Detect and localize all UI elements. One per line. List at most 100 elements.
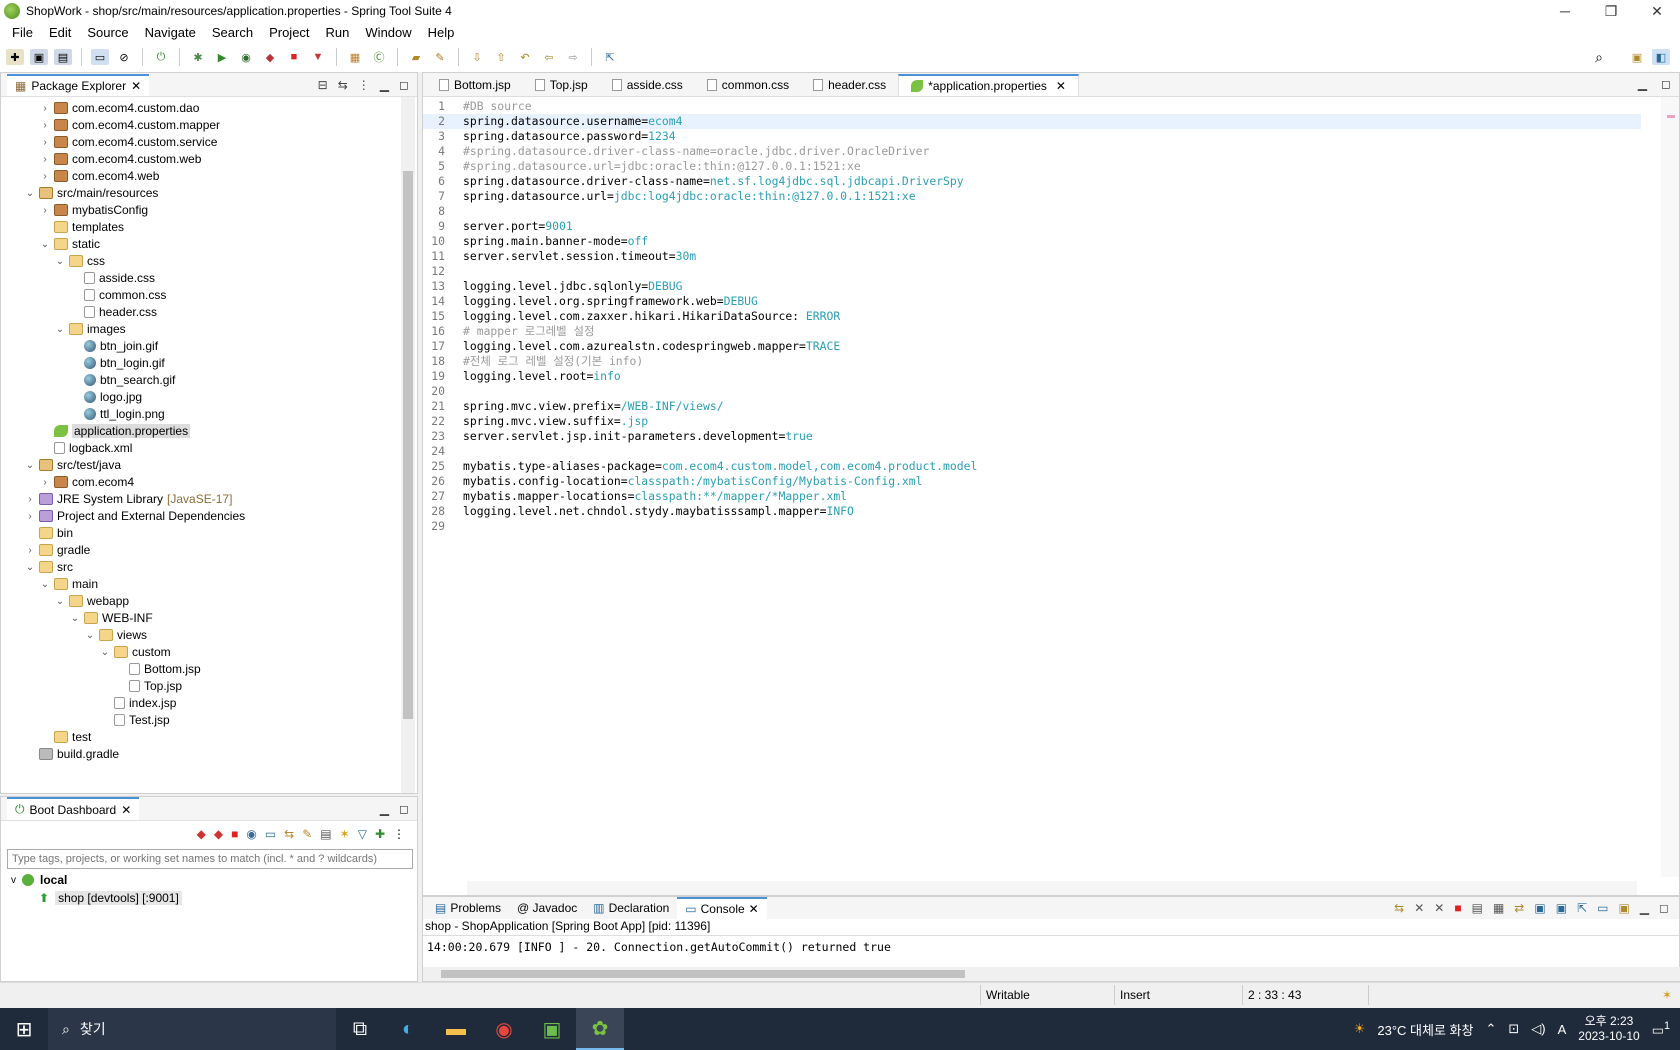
chevron-right-icon[interactable]: › <box>23 511 37 522</box>
code-line[interactable]: 4 #spring.datasource.driver-class-name=or… <box>423 144 929 159</box>
show-on-stderr-icon[interactable]: ▣ <box>1556 901 1567 915</box>
local-node[interactable]: v local <box>1 871 417 889</box>
console-tab[interactable]: ▥ Declaration <box>585 901 677 915</box>
stop-icon[interactable]: ■ <box>285 49 303 65</box>
boot-dashboard-tab[interactable]: ⏻ Boot Dashboard ✕ <box>7 797 140 820</box>
file-explorer-icon[interactable]: ▬ <box>432 1008 480 1050</box>
ime-indicator[interactable]: A <box>1558 1022 1567 1037</box>
code-line[interactable]: 29 <box>423 519 451 534</box>
tree-item[interactable]: › gradle <box>23 541 90 559</box>
code-line[interactable]: 9 server.port=9001 <box>423 219 573 234</box>
bulb-icon[interactable]: ✶ <box>340 827 350 841</box>
tree-item[interactable]: › com.ecom4.custom.web <box>38 150 201 168</box>
tree-item[interactable]: ⌄ images <box>53 320 126 338</box>
minimize-view-icon[interactable]: ▁ <box>380 802 389 816</box>
tree-item[interactable]: › com.ecom4.custom.service <box>38 133 217 151</box>
code-line[interactable]: 16 # mapper 로그레벨 설정 <box>423 324 594 339</box>
relaunch-icon[interactable]: ▼ <box>309 49 327 65</box>
chevron-down-icon[interactable]: ⌄ <box>53 324 67 335</box>
code-line[interactable]: 3 spring.datasource.password=1234 <box>423 129 675 144</box>
tree-item[interactable]: ⌄ src/test/java <box>23 456 121 474</box>
close-icon[interactable]: ✕ <box>131 79 141 93</box>
word-wrap-icon[interactable]: ⇄ <box>1514 901 1524 915</box>
console-horizontal-scrollbar[interactable] <box>423 967 1680 981</box>
chevron-right-icon[interactable]: › <box>38 477 52 488</box>
package-explorer-tab[interactable]: ▦ Package Explorer ✕ <box>7 73 150 96</box>
spring-tool-suite-taskbar-icon[interactable]: ✿ <box>576 1008 624 1050</box>
tree-item[interactable]: ⌄ src/main/resources <box>23 184 159 202</box>
minimize-view-icon[interactable]: ▁ <box>380 78 389 92</box>
code-line[interactable]: 2 spring.datasource.username=ecom4 <box>423 114 1641 129</box>
volume-icon[interactable]: ◁) <box>1531 1021 1545 1037</box>
tree-item[interactable]: › Project and External Dependencies <box>23 507 245 525</box>
code-line[interactable]: 26 mybatis.config-location=classpath:/myb… <box>423 474 922 489</box>
last-edit-icon[interactable]: ↶ <box>516 49 534 65</box>
external-tools-icon[interactable]: ◆ <box>261 49 279 65</box>
chevron-down-icon[interactable]: ⌄ <box>38 579 52 590</box>
tree-item[interactable]: › com.ecom4 <box>38 473 134 491</box>
start-icon[interactable]: ◆ <box>197 827 206 841</box>
run-icon[interactable]: ▶ <box>213 49 231 65</box>
code-line[interactable]: 11 server.servlet.session.timeout=30m <box>423 249 696 264</box>
code-line[interactable]: 7 spring.datasource.url=jdbc:log4jdbc:ora… <box>423 189 915 204</box>
chrome-icon[interactable]: ◉ <box>480 1008 528 1050</box>
close-icon[interactable]: ✕ <box>749 902 759 916</box>
tree-item[interactable]: Bottom.jsp <box>113 660 201 678</box>
maximize-view-icon[interactable]: ◻ <box>1661 77 1671 91</box>
close-icon[interactable]: ✕ <box>121 803 131 817</box>
menu-search[interactable]: Search <box>204 25 261 40</box>
tree-item[interactable]: › com.ecom4.custom.mapper <box>38 116 220 134</box>
menu-project[interactable]: Project <box>261 25 317 40</box>
maximize-view-icon[interactable]: ◻ <box>399 802 409 816</box>
menu-run[interactable]: Run <box>318 25 358 40</box>
tree-item[interactable]: logback.xml <box>38 439 132 457</box>
menu-source[interactable]: Source <box>79 25 136 40</box>
next-annotation-icon[interactable]: ⇩ <box>468 49 486 65</box>
chevron-right-icon[interactable]: › <box>38 103 52 114</box>
tree-item[interactable]: ⌄ static <box>38 235 100 253</box>
search-tool-icon[interactable]: ✎ <box>431 49 449 65</box>
clear-console-icon[interactable]: ▤ <box>1472 901 1483 915</box>
taskbar-search[interactable]: ⌕ 찾기 <box>48 1008 336 1050</box>
chevron-down-icon[interactable]: ⌄ <box>53 256 67 267</box>
debug-start-icon[interactable]: ◆ <box>214 827 223 841</box>
tree-item[interactable]: Test.jsp <box>98 711 170 729</box>
code-line[interactable]: 8 <box>423 204 451 219</box>
show-on-stdout-icon[interactable]: ▣ <box>1534 901 1545 915</box>
tree-item[interactable]: templates <box>38 218 124 236</box>
remove-launch-icon[interactable]: ✕ <box>1414 901 1424 915</box>
menu-help[interactable]: Help <box>420 25 463 40</box>
add-icon[interactable]: ✚ <box>375 827 385 841</box>
skip-breakpoints-icon[interactable]: ⊘ <box>115 49 133 65</box>
chevron-right-icon[interactable]: › <box>38 205 52 216</box>
code-line[interactable]: 1 #DB source <box>423 99 531 114</box>
chevron-right-icon[interactable]: › <box>38 154 52 165</box>
tree-item[interactable]: btn_login.gif <box>68 354 165 372</box>
pin-editor-icon[interactable]: ⇱ <box>601 49 619 65</box>
menu-edit[interactable]: Edit <box>41 25 79 40</box>
tree-item[interactable]: › JRE System Library [JavaSE-17] <box>23 490 232 508</box>
menu-window[interactable]: Window <box>357 25 419 40</box>
minimize-view-icon[interactable]: ▁ <box>1638 77 1647 91</box>
code-editor[interactable]: 1 #DB source 2 spring.datasource.username=e… <box>423 97 1663 877</box>
editor-tab[interactable]: asside.css <box>600 74 695 96</box>
editor-tab[interactable]: header.css <box>801 74 898 96</box>
editor-tab[interactable]: Top.jsp <box>523 74 600 96</box>
code-line[interactable]: 14 logging.level.org.springframework.web=… <box>423 294 758 309</box>
tree-item[interactable]: ⌄ views <box>83 626 147 644</box>
prev-annotation-icon[interactable]: ⇧ <box>492 49 510 65</box>
chevron-down-icon[interactable]: ⌄ <box>23 460 37 471</box>
windows-start-icon[interactable]: ⊞ <box>0 1008 48 1050</box>
tree-item[interactable]: Top.jsp <box>113 677 182 695</box>
maximize-view-icon[interactable]: ◻ <box>399 78 409 92</box>
open-console-icon[interactable]: ▣ <box>1618 901 1629 915</box>
tree-item[interactable]: build.gradle <box>23 745 119 763</box>
new-icon[interactable]: ✚ <box>6 49 24 65</box>
tree-item[interactable]: logo.jpg <box>68 388 142 406</box>
tree-item[interactable]: test <box>38 728 91 746</box>
editor-vertical-scrollbar[interactable] <box>1661 97 1679 877</box>
tree-item[interactable]: ⌄ custom <box>98 643 171 661</box>
open-perspective-icon[interactable]: ▣ <box>1628 49 1646 65</box>
terminate-icon[interactable]: ■ <box>1454 901 1461 915</box>
minimize-button[interactable]: ─ <box>1542 0 1588 22</box>
